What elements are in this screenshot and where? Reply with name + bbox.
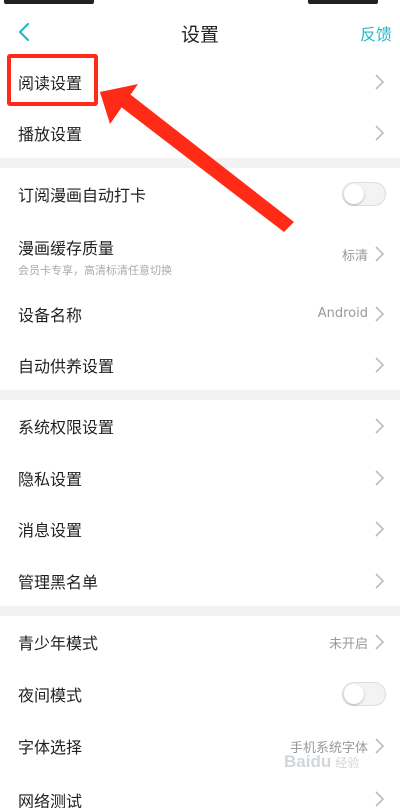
row-sublabel: 会员卡专享，高清标清任意切换	[18, 264, 172, 277]
section-divider	[0, 606, 400, 616]
watermark-text: Baidu	[284, 752, 332, 771]
baidu-watermark: Baidu 经验	[284, 752, 359, 772]
row-label: 消息设置	[18, 521, 83, 540]
row-label: 自动供养设置	[18, 356, 115, 376]
feedback-button[interactable]: 反馈	[360, 21, 392, 45]
row-cache-quality[interactable]: 漫画缓存质量 会员卡专享，高清标清任意切换 标清	[0, 220, 400, 288]
chevron-right-icon	[375, 738, 385, 754]
toggle-knob	[344, 684, 364, 704]
row-teen-mode[interactable]: 青少年模式 未开启	[0, 616, 400, 668]
row-label: 青少年模式	[18, 634, 99, 653]
row-playback-settings[interactable]: 播放设置	[0, 107, 400, 158]
chevron-right-icon	[375, 469, 385, 486]
row-label: 字体选择	[18, 738, 83, 757]
status-icons-fragment	[308, 0, 378, 4]
row-label: 设备名称	[18, 305, 83, 325]
row-value: 未开启	[328, 636, 368, 652]
chevron-right-icon	[375, 521, 385, 537]
row-label: 订阅漫画自动打卡	[18, 186, 147, 205]
chevron-right-icon	[375, 634, 385, 650]
row-label: 夜间模式	[18, 686, 83, 705]
row-privacy[interactable]: 隐私设置	[0, 452, 400, 503]
status-time-fragment	[4, 0, 94, 4]
row-label: 管理黑名单	[18, 572, 99, 592]
page-title: 设置	[180, 24, 219, 46]
row-network-test[interactable]: 网络测试	[0, 772, 400, 808]
chevron-right-icon	[375, 305, 385, 322]
section-divider	[0, 158, 400, 168]
row-label: 系统权限设置	[18, 418, 115, 437]
row-device-name[interactable]: 设备名称 Android	[0, 288, 400, 339]
row-auto-supply[interactable]: 自动供养设置	[0, 339, 400, 390]
row-system-permissions[interactable]: 系统权限设置	[0, 400, 400, 452]
row-night-mode: 夜间模式	[0, 668, 400, 720]
toggle-knob	[344, 184, 364, 204]
chevron-right-icon	[375, 572, 385, 589]
chevron-right-icon	[375, 246, 385, 262]
row-label: 隐私设置	[18, 469, 83, 489]
row-blacklist[interactable]: 管理黑名单	[0, 555, 400, 606]
chevron-right-icon	[375, 418, 385, 434]
chevron-right-icon	[375, 124, 385, 141]
section-divider	[0, 390, 400, 400]
row-value: 标清	[341, 248, 368, 264]
watermark-sub: 经验	[335, 755, 360, 770]
chevron-right-icon	[375, 791, 385, 807]
row-label: 播放设置	[18, 124, 83, 144]
nav-bar: 设置 反馈	[0, 8, 400, 56]
row-label: 网络测试	[18, 792, 83, 808]
row-subscribe-checkin: 订阅漫画自动打卡	[0, 168, 400, 220]
chevron-right-icon	[375, 356, 385, 373]
annotation-highlight-box	[7, 54, 98, 106]
subscribe-checkin-toggle[interactable]	[342, 182, 386, 206]
row-messages[interactable]: 消息设置	[0, 503, 400, 555]
chevron-right-icon	[375, 73, 385, 90]
night-mode-toggle[interactable]	[342, 682, 386, 706]
status-bar	[0, 0, 400, 8]
row-value: Android	[317, 306, 368, 321]
row-label: 漫画缓存质量	[18, 239, 115, 258]
